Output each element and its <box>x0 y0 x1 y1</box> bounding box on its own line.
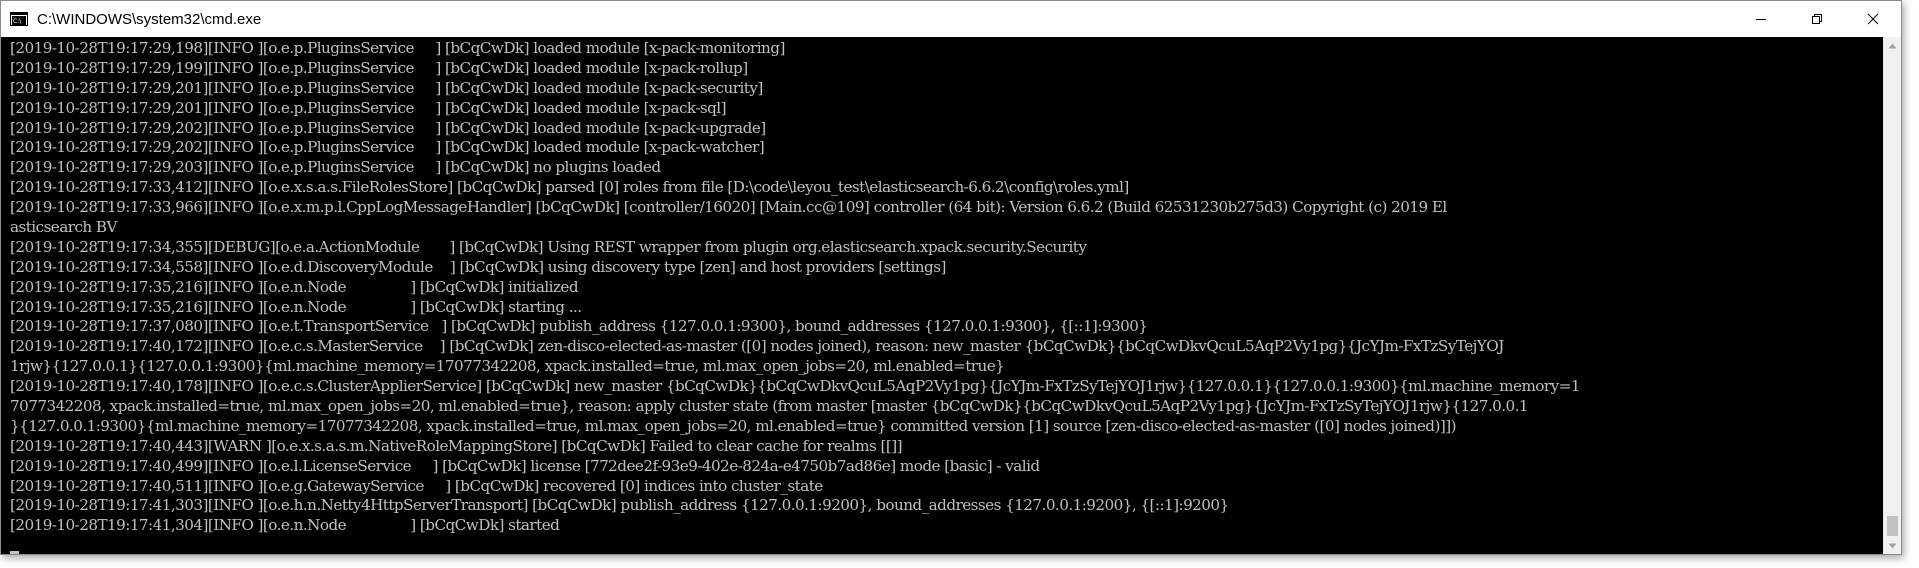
console-line: [2019-10-28T19:17:40,178][INFO ][o.e.c.s… <box>10 377 1580 396</box>
console-line: [2019-10-28T19:17:40,499][INFO ][o.e.l.L… <box>10 456 1040 475</box>
vertical-scrollbar[interactable] <box>1883 37 1901 554</box>
title-bar[interactable]: C:\ C:\WINDOWS\system32\cmd.exe <box>1 1 1901 37</box>
console-line: [2019-10-28T19:17:35,216][INFO ][o.e.n.N… <box>10 277 579 296</box>
console-line: 1rjw}{127.0.0.1}{127.0.0.1:9300}{ml.mach… <box>10 357 1005 376</box>
cmd-icon: C:\ <box>10 12 28 26</box>
console-line: [2019-10-28T19:17:29,203][INFO ][o.e.p.P… <box>10 158 661 177</box>
console-line: [2019-10-28T19:17:41,303][INFO ][o.e.h.n… <box>10 496 1229 515</box>
minimize-button[interactable] <box>1733 1 1789 37</box>
console-line: [2019-10-28T19:17:29,199][INFO ][o.e.p.P… <box>10 58 748 77</box>
console-line: [2019-10-28T19:17:40,511][INFO ][o.e.g.G… <box>10 476 823 495</box>
console-line: [2019-10-28T19:17:34,558][INFO ][o.e.d.D… <box>10 257 946 276</box>
console-line: asticsearch BV <box>10 218 118 237</box>
console-line: [2019-10-28T19:17:40,443][WARN ][o.e.x.s… <box>10 436 903 455</box>
svg-text:C:\: C:\ <box>13 18 22 25</box>
console-line: [2019-10-28T19:17:33,412][INFO ][o.e.x.s… <box>10 178 1129 197</box>
console-line: [2019-10-28T19:17:33,966][INFO ][o.e.x.m… <box>10 198 1447 217</box>
console-line: [2019-10-28T19:17:29,201][INFO ][o.e.p.P… <box>10 98 727 117</box>
console-line: [2019-10-28T19:17:35,216][INFO ][o.e.n.N… <box>10 297 582 316</box>
console-line: [2019-10-28T19:17:29,202][INFO ][o.e.p.P… <box>10 118 766 137</box>
minimize-icon <box>1756 19 1766 20</box>
close-icon <box>1867 13 1879 25</box>
text-cursor <box>10 551 19 554</box>
scroll-up-button[interactable] <box>1884 37 1901 54</box>
console-line: [2019-10-28T19:17:37,080][INFO ][o.e.t.T… <box>10 317 1148 336</box>
console-lines: [2019-10-28T19:17:29,198][INFO ][o.e.p.P… <box>10 39 1884 554</box>
console-line: [2019-10-28T19:17:29,198][INFO ][o.e.p.P… <box>10 39 785 57</box>
maximize-icon <box>1812 14 1822 24</box>
console-line: [2019-10-28T19:17:29,201][INFO ][o.e.p.P… <box>10 78 763 97</box>
console-line: [2019-10-28T19:17:40,172][INFO ][o.e.c.s… <box>10 337 1504 356</box>
console-line: 7077342208, xpack.installed=true, ml.max… <box>10 397 1529 416</box>
console-line: }{127.0.0.1:9300}{ml.machine_memory=1707… <box>10 416 1457 435</box>
chevron-up-icon <box>1888 43 1897 48</box>
console-line: [2019-10-28T19:17:34,355][DEBUG][o.e.a.A… <box>10 237 1087 256</box>
cmd-window: C:\ C:\WINDOWS\system32\cmd.exe [2019-10… <box>0 0 1902 555</box>
console-output[interactable]: [2019-10-28T19:17:29,198][INFO ][o.e.p.P… <box>1 37 1885 554</box>
chevron-down-icon <box>1888 543 1897 548</box>
close-button[interactable] <box>1845 1 1901 37</box>
scroll-down-button[interactable] <box>1884 537 1901 554</box>
console-line: [2019-10-28T19:17:29,202][INFO ][o.e.p.P… <box>10 138 765 157</box>
scroll-thumb[interactable] <box>1887 516 1898 536</box>
console-line: [2019-10-28T19:17:41,304][INFO ][o.e.n.N… <box>10 516 560 535</box>
window-title: C:\WINDOWS\system32\cmd.exe <box>37 10 262 28</box>
prompt-line[interactable] <box>10 536 1884 554</box>
maximize-button[interactable] <box>1789 1 1845 37</box>
